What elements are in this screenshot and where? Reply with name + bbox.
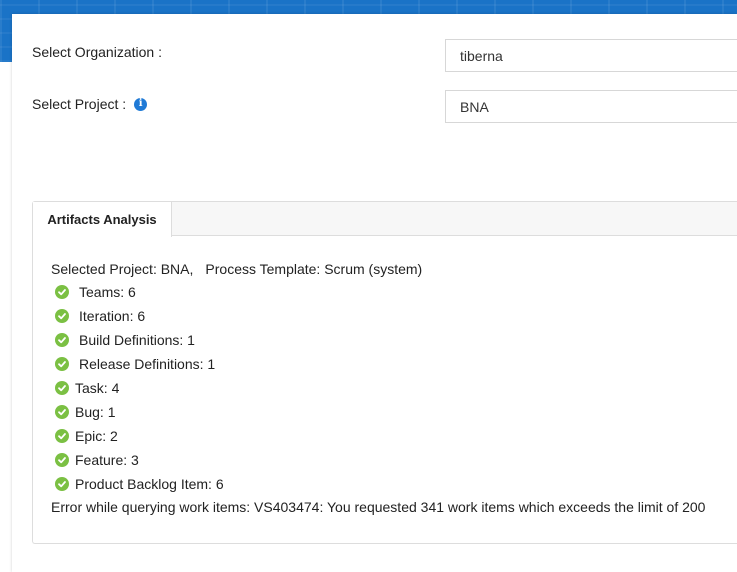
check-circle-icon [55,357,69,371]
check-circle-icon [55,285,69,299]
item-label: Feature: 3 [75,452,139,468]
item-label: Release Definitions: 1 [79,356,216,372]
list-item: Iteration: 6 [51,304,737,328]
list-item: Task: 4 [51,376,737,400]
item-label: Epic: 2 [75,428,118,444]
summary-line: Selected Project: BNA, Process Template:… [51,258,737,280]
project-value: BNA [460,98,489,115]
list-item: Release Definitions: 1 [51,352,737,376]
list-item: Bug: 1 [51,400,737,424]
check-circle-icon [55,477,69,491]
list-item: Feature: 3 [51,448,737,472]
tab-label: Artifacts Analysis [47,212,157,227]
item-label: Iteration: 6 [79,308,146,324]
organization-select[interactable]: tiberna [445,39,737,72]
summary-template: Process Template: Scrum (system) [205,261,423,277]
list-item: Epic: 2 [51,424,737,448]
list-item: Teams: 6 [51,280,737,304]
check-circle-icon [55,405,69,419]
main-card: Select Organization : tiberna Select Pro… [12,14,737,572]
panel-body: Selected Project: BNA, Process Template:… [51,258,737,518]
check-circle-icon [55,309,69,323]
project-select[interactable]: BNA [445,90,737,123]
organization-label: Select Organization : [32,44,162,60]
project-label-text: Select Project : [32,96,127,112]
info-icon[interactable]: i [134,97,148,111]
organization-value: tiberna [460,47,503,64]
summary-project: Selected Project: BNA, [51,261,194,277]
item-label: Task: 4 [75,380,120,396]
tab-artifacts-analysis[interactable]: Artifacts Analysis [33,202,172,237]
item-label: Product Backlog Item: 6 [75,476,224,492]
project-label: Select Project : i [32,96,148,112]
list-item: Product Backlog Item: 6 [51,472,737,496]
item-label: Teams: 6 [79,284,136,300]
check-circle-icon [55,429,69,443]
check-circle-icon [55,453,69,467]
error-text: Error while querying work items: VS40347… [51,499,706,515]
error-message: Error while querying work items: VS40347… [51,496,737,518]
check-circle-icon [55,333,69,347]
artifacts-panel: Artifacts Analysis Selected Project: BNA… [32,201,737,544]
item-label: Bug: 1 [75,404,116,420]
check-circle-icon [55,381,69,395]
item-label: Build Definitions: 1 [79,332,195,348]
list-item: Build Definitions: 1 [51,328,737,352]
organization-label-text: Select Organization : [32,44,162,60]
